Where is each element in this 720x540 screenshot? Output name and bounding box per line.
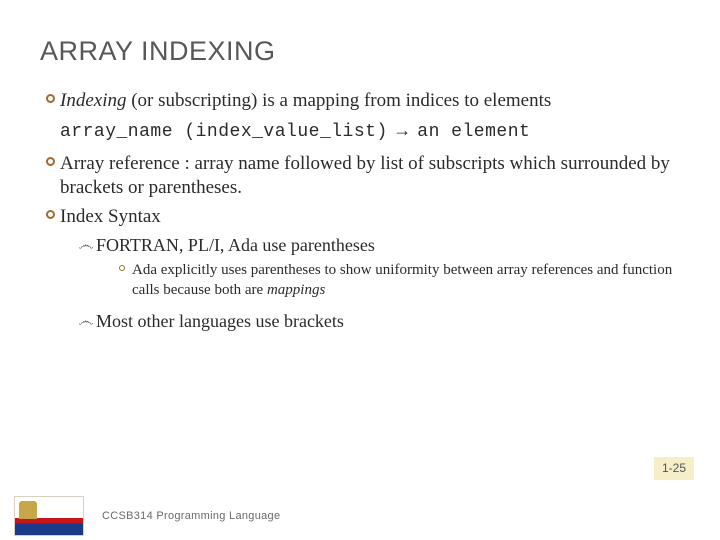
subsubbullet-ada: Ada explicitly uses parentheses to show …: [112, 261, 680, 300]
ring-bullet-icon: [112, 261, 132, 271]
swirl-bullet-icon: ෴: [76, 310, 96, 330]
slide-title: ARRAY INDEXING: [40, 36, 680, 67]
indexing-rest: (or subscripting) is a mapping from indi…: [126, 90, 551, 111]
code-mapping: array_name (index_value_list) → an eleme…: [60, 120, 680, 142]
subbullet-brackets: ෴ Most other languages use brackets: [76, 310, 680, 333]
footer-text: CCSB314 Programming Language: [102, 510, 280, 522]
university-logo: [14, 496, 84, 536]
bullet-array-reference: Array reference : array name followed by…: [40, 152, 680, 201]
bullet-indexing: Indexing (or subscripting) is a mapping …: [40, 89, 680, 114]
subsubbullet-text: Ada explicitly uses parentheses to show …: [132, 261, 680, 300]
footer: CCSB314 Programming Language: [0, 492, 720, 540]
bullet-text: Indexing (or subscripting) is a mapping …: [60, 89, 680, 114]
subbullet-fortran: ෴ FORTRAN, PL/I, Ada use parentheses: [76, 234, 680, 257]
subbullet-text: FORTRAN, PL/I, Ada use parentheses: [96, 234, 680, 257]
bullet-text: Array reference : array name followed by…: [60, 152, 680, 201]
swirl-bullet-icon: ෴: [76, 234, 96, 254]
ring-bullet-icon: [40, 152, 60, 166]
mappings-term: mappings: [267, 282, 325, 298]
indexing-term: Indexing: [60, 90, 126, 111]
subbullet-text: Most other languages use brackets: [96, 310, 680, 333]
ada-text: Ada explicitly uses parentheses to show …: [132, 262, 672, 298]
code-rhs: an element: [417, 122, 530, 142]
slide: ARRAY INDEXING Indexing (or subscripting…: [0, 0, 720, 540]
bullet-text: Index Syntax: [60, 205, 680, 230]
ring-bullet-icon: [40, 89, 60, 103]
page-number: 1-25: [654, 457, 694, 480]
arrow-icon: →: [388, 120, 418, 140]
bullet-index-syntax: Index Syntax: [40, 205, 680, 230]
ring-bullet-icon: [40, 205, 60, 219]
code-lhs: array_name (index_value_list): [60, 122, 388, 142]
